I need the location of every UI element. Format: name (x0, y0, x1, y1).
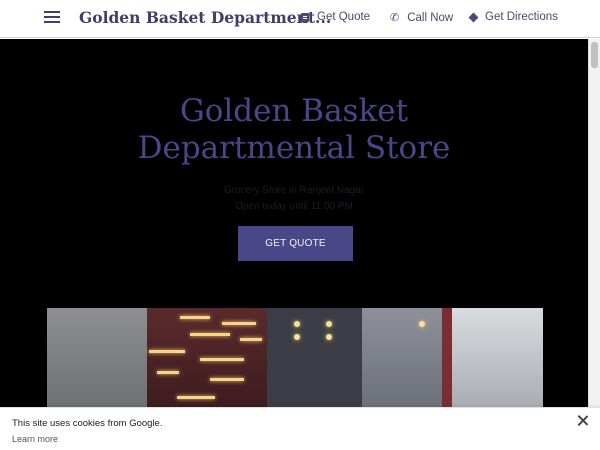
photo-glass-panel (362, 308, 452, 408)
photo-ceiling-light (294, 334, 300, 340)
opening-hours: Open today until 11:00 PM (235, 201, 353, 212)
nav-call-now-label: Call Now (407, 11, 454, 24)
top-navigation-bar: Golden Basket Department... Get Quote ✆ … (0, 0, 600, 38)
photo-light-strip (149, 350, 185, 353)
photo-light-strip (222, 322, 256, 325)
photo-entrance-panel (267, 308, 362, 408)
close-icon[interactable] (576, 414, 590, 428)
photo-light-strip (180, 316, 210, 319)
learn-more-link[interactable]: Learn more (12, 434, 58, 444)
directions-icon (468, 12, 479, 22)
menu-icon[interactable] (44, 11, 60, 25)
business-category: Grocery Store in Ranjeet Nagar (223, 185, 365, 196)
photo-light-strip (210, 378, 244, 381)
scrollbar-thumb[interactable] (591, 42, 598, 68)
get-quote-button[interactable]: GET QUOTE (238, 226, 353, 261)
photo-ceiling-light (419, 321, 425, 327)
quote-document-icon (301, 12, 309, 22)
nav-get-directions[interactable]: Get Directions (468, 11, 558, 23)
brand-title[interactable]: Golden Basket Department... (79, 8, 331, 27)
nav-get-quote[interactable]: Get Quote (301, 11, 370, 23)
nav-call-now[interactable]: ✆ Call Now (390, 11, 454, 25)
photo-light-strip (157, 371, 179, 374)
hero-subtitle: Grocery Store in Ranjeet Nagar Open toda… (0, 183, 588, 215)
storefront-image (47, 308, 543, 408)
photo-sky-panel (452, 308, 543, 408)
photo-ceiling-light (326, 321, 332, 327)
phone-icon: ✆ (390, 12, 400, 24)
photo-light-strip (200, 358, 244, 361)
photo-light-strip (177, 396, 215, 399)
photo-ceiling-light (294, 321, 300, 327)
hero-title-line-2: Departmental Store (137, 130, 451, 166)
photo-ceiling-light (326, 334, 332, 340)
hero-title: Golden Basket Departmental Store (0, 93, 588, 167)
photo-light-strip (190, 333, 230, 336)
cookie-message: This site uses cookies from Google. (12, 418, 163, 429)
nav-get-directions-label: Get Directions (485, 11, 558, 23)
photo-light-strip (240, 338, 262, 341)
nav-get-quote-label: Get Quote (317, 11, 371, 23)
cookie-banner: This site uses cookies from Google. Lear… (0, 407, 600, 450)
hero-title-line-1: Golden Basket (179, 93, 409, 129)
page: Golden Basket Department... Get Quote ✆ … (0, 0, 600, 450)
photo-wall-left (47, 308, 147, 408)
page-scrollbar[interactable] (588, 39, 600, 450)
